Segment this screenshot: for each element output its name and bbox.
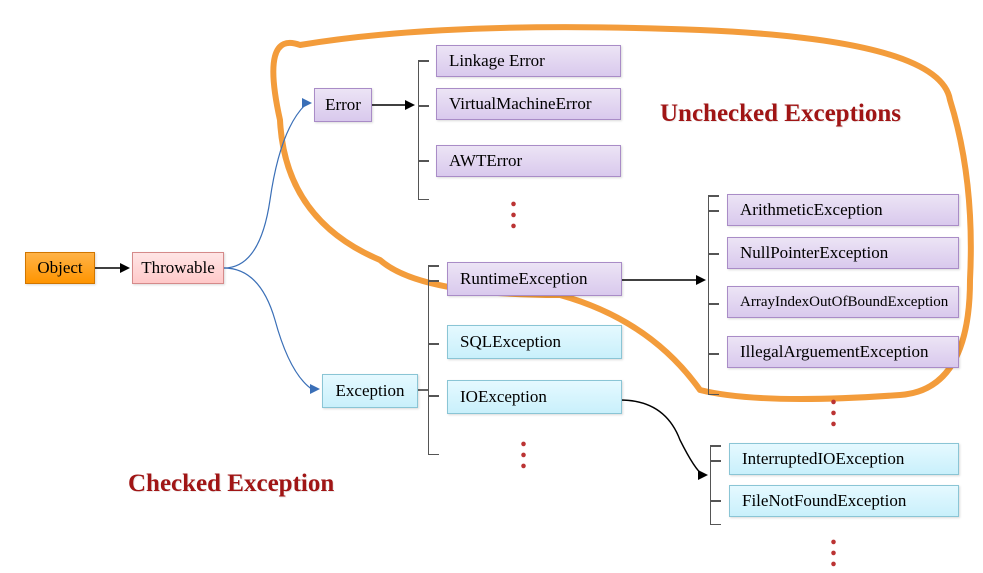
node-label: Linkage Error <box>449 51 545 71</box>
arrowhead-icon <box>696 275 706 285</box>
node-null-pointer-exception: NullPointerException <box>727 237 959 269</box>
node-label: Error <box>325 95 361 115</box>
label-checked-exception: Checked Exception <box>128 470 334 498</box>
node-label: NullPointerException <box>740 243 888 263</box>
bracket-exception-children <box>428 265 429 455</box>
node-label: IOException <box>460 387 547 407</box>
arrowhead-icon <box>120 263 130 273</box>
bracket-error-children <box>418 60 419 200</box>
node-label: IllegalArguementException <box>740 342 929 362</box>
node-throwable: Throwable <box>132 252 224 284</box>
node-linkage-error: Linkage Error <box>436 45 621 77</box>
bracket-runtime-children <box>708 195 709 395</box>
node-label: Throwable <box>141 258 215 278</box>
node-label: VirtualMachineError <box>449 94 591 114</box>
label-text: Unchecked Exceptions <box>660 100 901 127</box>
label-unchecked-exceptions: Unchecked Exceptions <box>660 100 901 128</box>
node-array-index-exception: ArrayIndexOutOfBoundException <box>727 286 959 318</box>
arrowhead-icon <box>405 100 415 110</box>
bracket-io-children <box>710 445 711 525</box>
node-io-exception: IOException <box>447 380 622 414</box>
node-label: ArrayIndexOutOfBoundException <box>740 294 948 311</box>
ellipsis-icon: ... <box>830 530 841 564</box>
ellipsis-icon: ... <box>830 390 841 424</box>
node-label: InterruptedIOException <box>742 449 904 469</box>
node-label: RuntimeException <box>460 269 587 289</box>
node-error: Error <box>314 88 372 122</box>
arrowhead-icon <box>310 384 320 394</box>
node-sql-exception: SQLException <box>447 325 622 359</box>
node-awt-error: AWTError <box>436 145 621 177</box>
arrowhead-icon <box>698 470 708 480</box>
node-label: Object <box>37 258 82 278</box>
node-label: SQLException <box>460 332 561 352</box>
ellipsis-icon: ... <box>520 432 531 466</box>
node-vm-error: VirtualMachineError <box>436 88 621 120</box>
node-runtime-exception: RuntimeException <box>447 262 622 296</box>
node-label: ArithmeticException <box>740 200 883 220</box>
ellipsis-icon: ... <box>510 192 521 226</box>
node-interrupted-io-exception: InterruptedIOException <box>729 443 959 475</box>
node-label: Exception <box>336 381 405 401</box>
node-exception: Exception <box>322 374 418 408</box>
node-object: Object <box>25 252 95 284</box>
label-text: Checked Exception <box>128 470 334 497</box>
node-label: AWTError <box>449 151 522 171</box>
node-arithmetic-exception: ArithmeticException <box>727 194 959 226</box>
node-file-not-found-exception: FileNotFoundException <box>729 485 959 517</box>
node-label: FileNotFoundException <box>742 491 906 511</box>
arrowhead-icon <box>302 98 312 108</box>
node-illegal-argument-exception: IllegalArguementException <box>727 336 959 368</box>
